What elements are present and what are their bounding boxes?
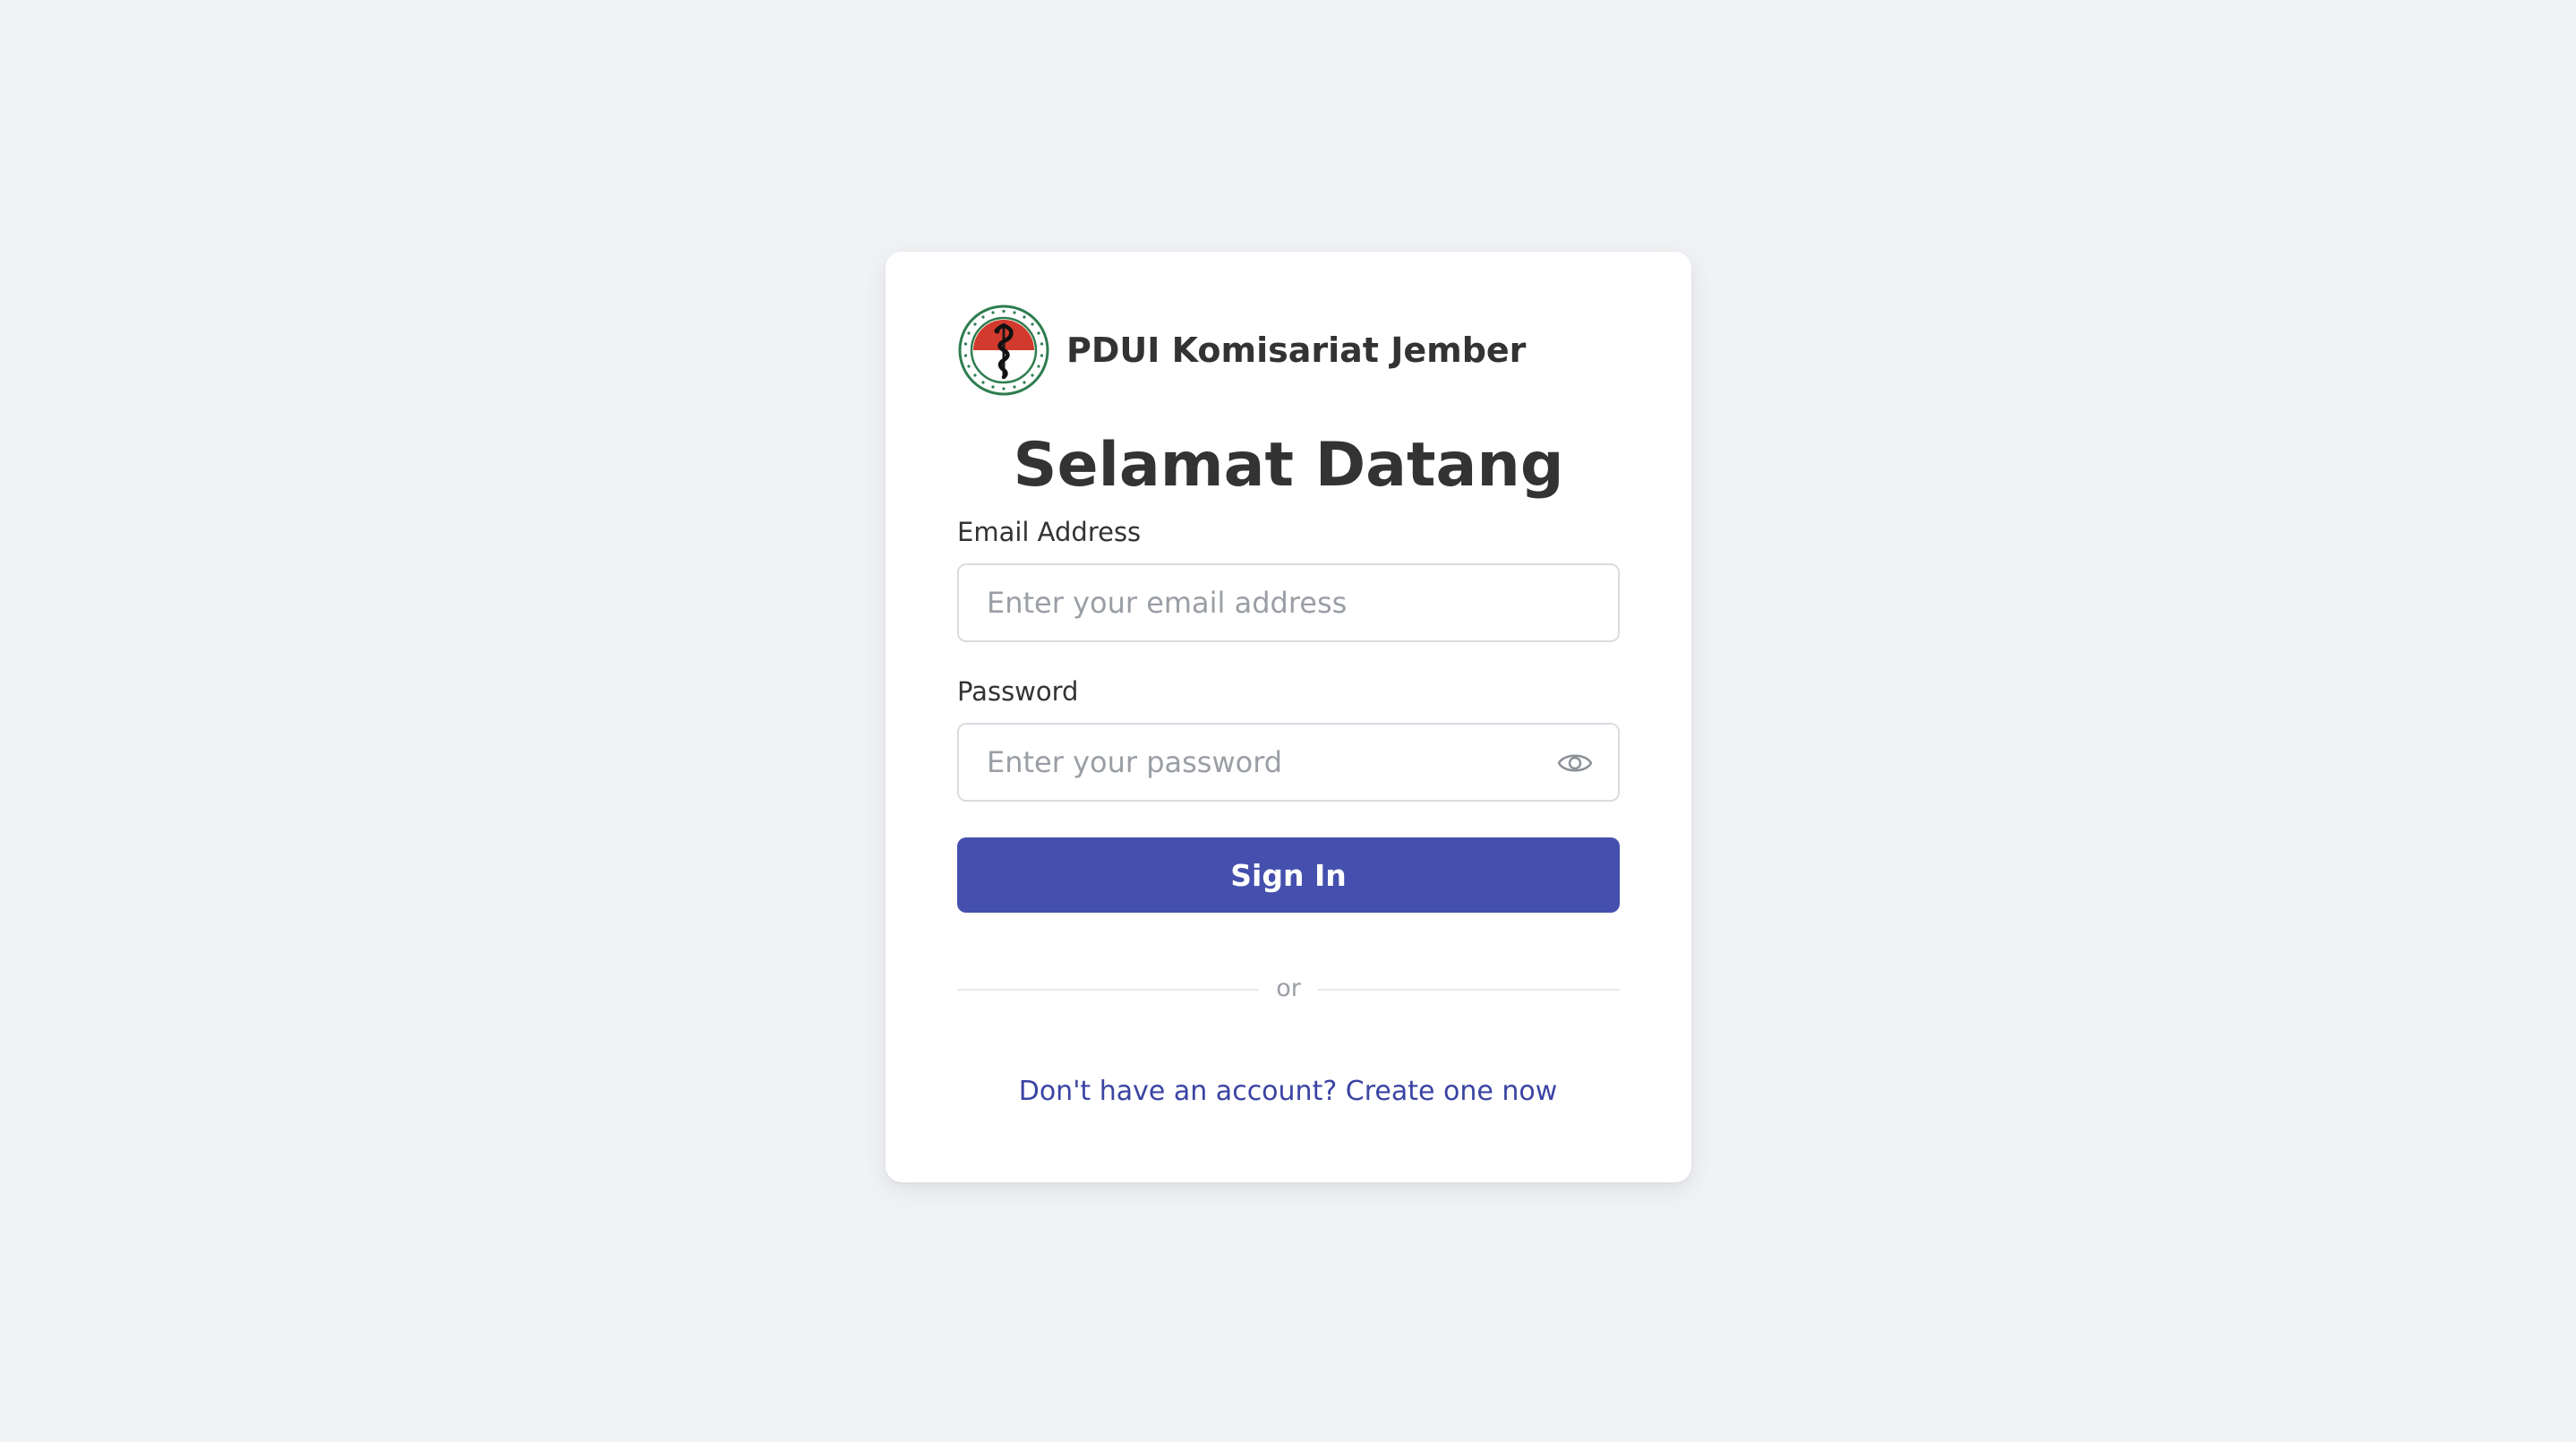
email-field[interactable] [959,565,1618,640]
create-account-link[interactable]: Don't have an account? Create one now [0,1076,2576,1107]
page-title: Selamat Datang [1013,430,1564,501]
email-label: Email Address [957,517,1142,547]
eye-icon[interactable] [1557,748,1593,778]
divider-line-right [1318,989,1620,991]
email-field-wrapper [957,563,1620,642]
login-card: PDUI Komisariat Jember Selamat Datang Em… [886,252,1691,1182]
password-field-wrapper [957,723,1620,802]
sign-in-button[interactable]: Sign In [957,837,1620,913]
brand-header: PDUI Komisariat Jember [957,301,1526,399]
pdui-emblem-icon [958,305,1049,396]
password-label: Password [957,676,1079,707]
password-field[interactable] [959,725,1618,800]
brand-name: PDUI Komisariat Jember [1066,330,1527,370]
or-divider: or [957,973,1620,1005]
